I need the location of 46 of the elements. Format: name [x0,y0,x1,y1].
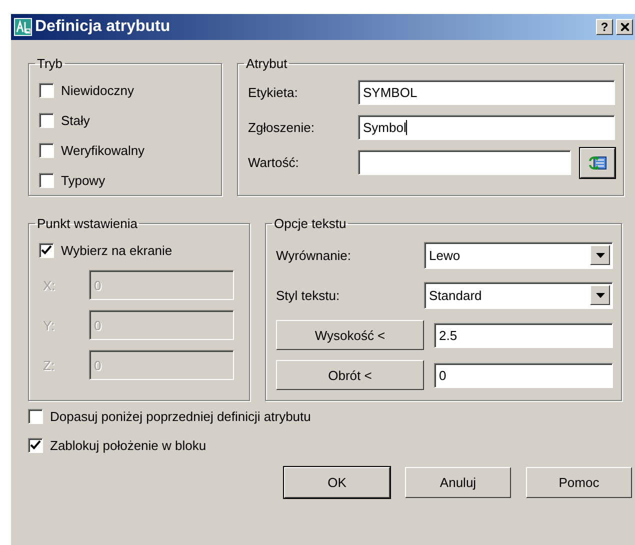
checkbox[interactable] [39,172,54,188]
field-value: SYMBOL [363,85,418,100]
checkbox-label: Zablokuj położenie w bloku [50,438,206,453]
checkbox[interactable] [39,82,54,98]
window-title: Definicja atrybutu [35,18,172,36]
input-field[interactable]: 0 [434,362,613,388]
checkbox[interactable] [39,112,54,128]
pick-button[interactable]: Wysokość < [276,320,424,350]
insert-field-icon [588,154,606,170]
input-field[interactable]: 2.5 [434,322,613,348]
close-icon [620,23,628,31]
help-action-button[interactable]: Pomoc [526,467,632,498]
checkbox[interactable] [39,242,54,258]
field-value: Symbol [363,120,406,135]
group-title: Atrybut [245,56,288,71]
checkbox[interactable] [39,142,54,158]
help-button[interactable]: ? [596,19,613,35]
input-field[interactable] [358,150,571,175]
group-title: Tryb [36,56,64,71]
field-label: Zgłoszenie: [248,120,316,135]
dropdown[interactable]: Standard [424,282,613,308]
group-title: Punkt wstawienia [36,216,138,231]
field-label: Styl tekstu: [276,288,341,302]
ok-button[interactable]: OK [284,467,390,498]
checkbox-label: Wybierz na ekranie [61,242,172,258]
insert-field-button[interactable] [580,148,615,178]
checkbox[interactable] [28,438,43,453]
group-title: Opcje tekstu [273,216,348,231]
close-button[interactable] [616,19,633,35]
checkbox[interactable] [28,409,43,424]
checkbox-label: Typowy [61,172,106,188]
field-label: Etykieta: [248,85,299,100]
field-label: Wartość: [248,155,300,170]
field-label: Wyrównanie: [276,248,352,262]
checkbox-label: Weryfikowalny [61,142,145,158]
app-icon [14,18,32,36]
dropdown[interactable]: Lewo [424,242,613,268]
cancel-button[interactable]: Anuluj [405,467,511,498]
input-field[interactable]: SYMBOL [358,80,615,105]
dropdown-arrow-icon [596,292,604,298]
input-field[interactable]: Symbol [358,115,615,140]
dropdown-arrow-icon [596,252,604,258]
checkbox-label: Dopasuj poniżej poprzedniej definicji atrybutu [50,409,311,424]
pick-button[interactable]: Obrót < [276,360,424,390]
checkbox-label: Niewidoczny [61,82,134,98]
checkbox-label: Stały [61,112,90,128]
